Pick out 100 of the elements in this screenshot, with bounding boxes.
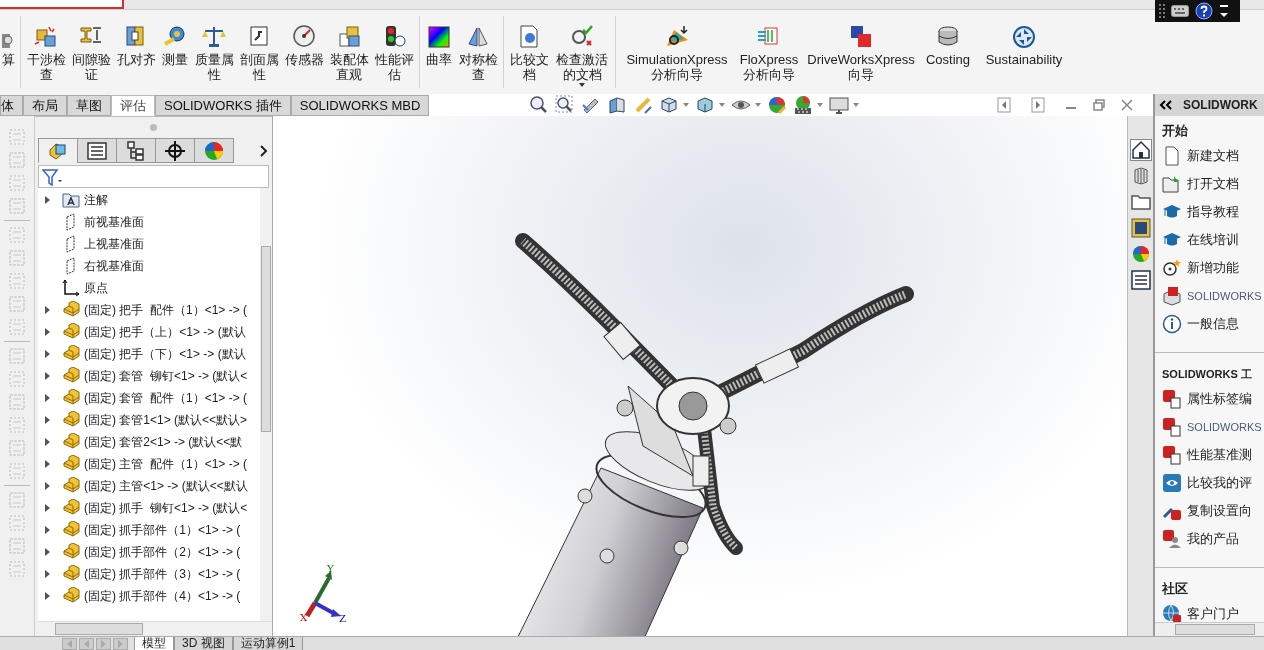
section-view-button[interactable] [607,95,628,115]
tree-item[interactable]: 注解 [84,191,108,209]
expand-arrow-icon[interactable] [42,503,52,513]
ribbon-button[interactable]: 间隙验证 [70,24,112,82]
panel-tab[interactable] [77,138,117,163]
keyboard-icon[interactable] [1171,5,1189,17]
collapse-arrows-icon[interactable] [1159,100,1173,110]
zoom-area-button[interactable] [555,95,576,115]
scroll-thumb[interactable] [1175,624,1255,635]
tree-item[interactable]: (固定) 套管2<1> -> (默认<<默 [84,433,243,451]
ribbon-button[interactable]: 曲率 [424,24,454,67]
previous-pane-icon[interactable] [997,97,1011,113]
appearance-button[interactable] [767,95,788,115]
ribbon-button[interactable]: 传感器 [283,24,325,67]
next-pane-icon[interactable] [1031,97,1045,113]
ribbon-button[interactable]: 对称检查 [457,24,499,82]
help-icon[interactable] [1195,2,1213,20]
ribbon-button[interactable]: SimulationXpress 分析向导 [620,24,734,82]
task-link[interactable]: 新建文档 [1187,146,1239,166]
panel-tab[interactable] [116,138,156,163]
command-tab[interactable]: 布局 [23,95,67,116]
expand-arrow-icon[interactable] [42,525,52,535]
monitor-button[interactable] [829,95,860,115]
expand-arrow-icon[interactable] [42,305,52,315]
expand-arrow-icon[interactable] [42,327,52,337]
ribbon-button[interactable]: 算 [0,24,16,67]
scroll-thumb[interactable] [261,246,271,432]
scroll-thumb[interactable] [55,623,143,635]
tree-item[interactable]: (固定) 把手 配件（1）<1> -> ( [84,301,248,319]
panel-handle[interactable] [150,124,157,131]
command-tab[interactable]: SOLIDWORKS MBD [290,95,430,116]
task-link[interactable]: 客户门户 [1187,604,1239,622]
annotation-view-button[interactable] [633,95,654,115]
command-tab[interactable]: SOLIDWORKS 插件 [155,95,291,116]
expand-arrow-icon[interactable] [42,591,52,601]
ribbon-button[interactable]: 剖面属性 [238,24,280,82]
horizontal-scrollbar[interactable] [1155,622,1264,636]
expand-arrow-icon[interactable] [42,459,52,469]
tree-item[interactable]: 右视基准面 [84,257,144,275]
tree-item[interactable]: (固定) 抓手部件（1）<1> -> ( [84,521,241,539]
ribbon-button[interactable]: 孔对齐 [115,24,157,67]
ribbon-button[interactable]: 干涉检查 [25,24,67,82]
restore-icon[interactable] [1093,99,1105,111]
expand-arrow-icon[interactable] [42,393,52,403]
tree-item[interactable]: (固定) 抓手部件（4）<1> -> ( [84,587,241,605]
tree-item[interactable]: (固定) 套管1<1> (默认<<默认> [84,411,248,429]
task-link[interactable]: 性能基准测 [1187,445,1252,465]
tree-item[interactable]: (固定) 主管 配件（1）<1> -> ( [84,455,248,473]
ribbon-button[interactable]: 性能评估 [373,24,415,82]
chevron-right-icon[interactable] [260,145,268,157]
tree-item[interactable]: (固定) 把手（下）<1> -> (默认 [84,345,246,363]
display-style-button[interactable] [695,95,726,115]
task-link[interactable]: 我的产品 [1187,529,1239,549]
gripper-model-drawing[interactable] [515,233,914,636]
task-link[interactable]: 比较我的评 [1187,473,1252,493]
grip-icon[interactable] [1159,4,1165,18]
panel-tab[interactable] [155,138,195,163]
ribbon-button[interactable]: 比较文档 [508,24,550,82]
ribbon-button[interactable]: 检查激活的文档 [553,24,611,88]
task-pane-tab[interactable] [1129,269,1152,291]
task-link[interactable]: 指导教程 [1187,202,1239,222]
expand-arrow-icon[interactable] [42,569,52,579]
task-link[interactable]: 在线培训 [1187,230,1239,250]
expand-arrow-icon[interactable] [42,437,52,447]
task-link[interactable]: 属性标签编 [1187,389,1252,409]
ribbon-button[interactable]: 装配体直观 [328,24,370,82]
task-pane-tab[interactable] [1129,217,1152,239]
tree-item[interactable]: (固定) 套管 铆钉<1> -> (默认< [84,367,248,385]
tree-item[interactable]: 原点 [84,279,108,297]
tree-item[interactable]: (固定) 套管 配件（1）<1> -> ( [84,389,248,407]
tree-item[interactable]: 上视基准面 [84,235,144,253]
tree-item[interactable]: 前视基准面 [84,213,144,231]
tree-item[interactable]: (固定) 抓手部件（3）<1> -> ( [84,565,241,583]
task-link[interactable]: SOLIDWORKS [1187,418,1262,436]
ribbon-button[interactable]: 质量属性 [193,24,235,82]
expand-arrow-icon[interactable] [42,371,52,381]
task-link[interactable]: SOLIDWORKS [1187,287,1262,305]
task-pane-tab[interactable] [1129,139,1152,161]
graphics-area[interactable]: Y X Z [272,116,1127,636]
task-link[interactable]: 一般信息 [1187,314,1239,334]
command-tab[interactable]: 体 [0,95,23,116]
task-link[interactable]: 新增功能 [1187,258,1239,278]
close-icon[interactable] [1121,99,1133,111]
ribbon-button[interactable]: 测量 [160,24,190,67]
ribbon-button[interactable]: Sustainability [978,24,1070,67]
collapse-icon[interactable] [1219,3,1229,19]
expand-arrow-icon[interactable] [42,349,52,359]
filter-field[interactable] [38,165,269,188]
tree-item[interactable]: (固定) 主管<1> -> (默认<<默认 [84,477,248,495]
task-link[interactable]: 打开文档 [1187,174,1239,194]
ribbon-button[interactable]: Costing [921,24,975,67]
expand-arrow-icon[interactable] [42,481,52,491]
tree-item[interactable]: (固定) 把手（上）<1> -> (默认 [84,323,246,341]
view-tab[interactable]: 3D 视图 [174,637,233,650]
tree-item[interactable]: (固定) 抓手部件（2）<1> -> ( [84,543,241,561]
vertical-scrollbar[interactable] [260,188,272,621]
tree-item[interactable]: (固定) 抓手 铆钉<1> -> (默认< [84,499,248,517]
ribbon-button[interactable]: DriveWorksXpress 向导 [804,24,918,82]
scene-button[interactable] [793,95,824,115]
ribbon-button[interactable]: FloXpress 分析向导 [737,24,801,82]
